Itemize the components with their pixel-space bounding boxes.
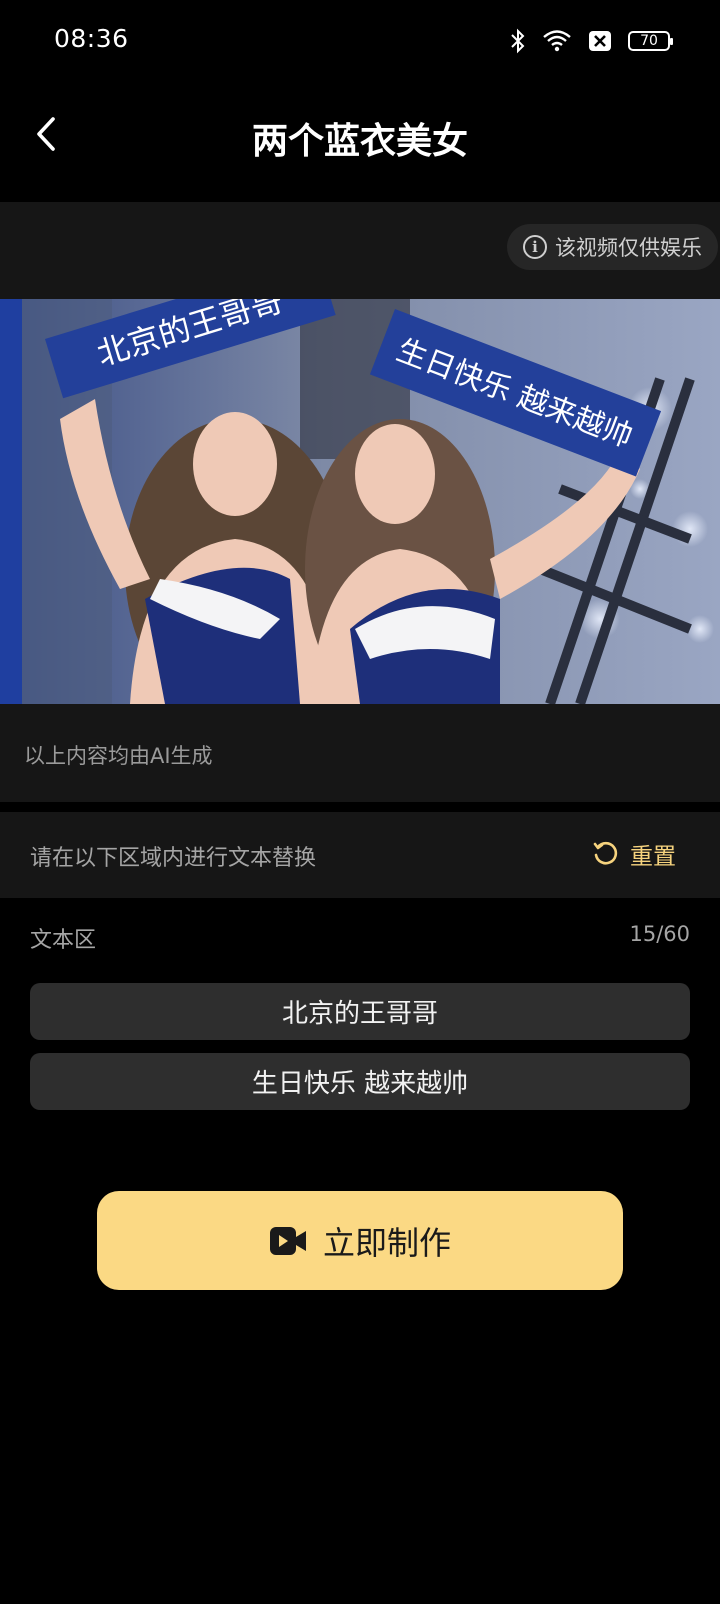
wifi-icon [542, 29, 572, 53]
no-sim-icon [588, 30, 612, 52]
video-preview[interactable]: 北京的王哥哥 生日快乐 越来越帅 [0, 299, 720, 704]
status-time: 08:36 [54, 24, 129, 53]
make-now-button[interactable]: 立即制作 [97, 1191, 623, 1290]
disclaimer-chip[interactable]: i 该视频仅供娱乐 [507, 224, 718, 270]
preview-panel: i 该视频仅供娱乐 北京的王哥哥 生日快乐 越来越帅 以上内容均由AI生成 [0, 202, 720, 802]
page-title: 两个蓝衣美女 [251, 121, 468, 162]
reset-icon [593, 841, 618, 865]
text-field-1[interactable]: 北京的王哥哥 [30, 983, 690, 1040]
info-icon: i [523, 235, 547, 259]
text-field-2[interactable]: 生日快乐 越来越帅 [30, 1053, 690, 1110]
video-thumbnail: 北京的王哥哥 生日快乐 越来越帅 [0, 299, 720, 704]
replace-bar: 请在以下区域内进行文本替换 重置 [0, 812, 720, 898]
bluetooth-icon [510, 28, 526, 54]
ai-generated-note: 以上内容均由AI生成 [24, 744, 213, 768]
video-camera-icon [269, 1226, 306, 1255]
char-count: 15/60 [629, 922, 690, 946]
make-now-label: 立即制作 [322, 1223, 451, 1262]
disclaimer-text: 该视频仅供娱乐 [555, 236, 702, 260]
reset-button[interactable]: 重置 [592, 834, 676, 874]
text-area-label: 文本区 [30, 928, 97, 953]
status-icons: 70 [510, 26, 673, 56]
nav-bar: 两个蓝衣美女 [0, 82, 720, 202]
battery-indicator: 70 [628, 31, 673, 51]
reset-label: 重置 [630, 844, 676, 870]
replace-hint: 请在以下区域内进行文本替换 [30, 846, 317, 871]
status-bar: 08:36 70 [0, 0, 720, 82]
